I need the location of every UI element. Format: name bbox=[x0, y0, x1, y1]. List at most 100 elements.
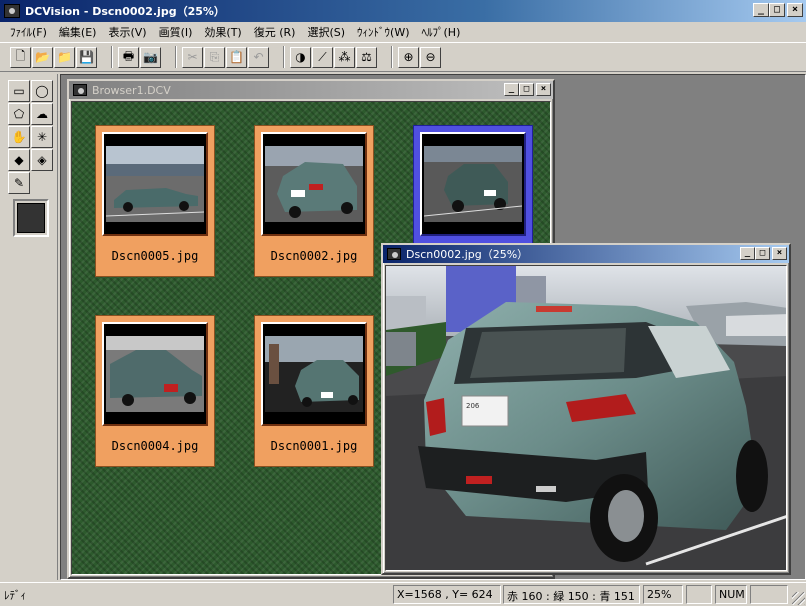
camera-icon bbox=[73, 84, 87, 96]
toolbar-group: 🗋 📂 📁 💾 bbox=[10, 46, 98, 68]
menu-edit[interactable]: 編集(E) bbox=[55, 24, 105, 40]
print-button[interactable]: 🖶 bbox=[118, 46, 139, 68]
toolbar: 🗋 📂 📁 💾 🖶 📷 ✂ ⎘ 📋 ↶ ◑ ⟋ ⁂ ⚖ ⊕ ⊖ bbox=[0, 42, 806, 72]
mdi-workspace: Browser1.DCV _ □ × Dscn0005.jpg Dscn0002… bbox=[60, 74, 806, 580]
menu-restore[interactable]: 復元 (R) bbox=[250, 24, 304, 40]
tone-curve-button[interactable]: ⟋ bbox=[312, 46, 333, 68]
viewer-minimize-button[interactable]: _ bbox=[740, 247, 755, 260]
app-title: DCVision - Dscn0002.jpg（25%） bbox=[25, 5, 225, 18]
browser-title-bar[interactable]: Browser1.DCV _ □ × bbox=[69, 81, 553, 99]
status-ready-text: ﾚﾃﾞｨ bbox=[4, 589, 26, 602]
lasso-select-button[interactable]: ☁ bbox=[31, 103, 53, 125]
toolbar-separator bbox=[111, 46, 113, 68]
car-photo-thumbnail bbox=[106, 146, 204, 222]
menu-bar: ﾌｧｲﾙ(F) 編集(E) 表示(V) 画質(I) 効果(T) 復元 (R) 選… bbox=[0, 22, 806, 41]
toolbar-separator bbox=[283, 46, 285, 68]
menu-help[interactable]: ﾍﾙﾌﾟ(H) bbox=[418, 24, 469, 40]
viewer-maximize-button[interactable]: □ bbox=[755, 247, 770, 260]
save-button[interactable]: 💾 bbox=[76, 46, 97, 68]
browser-close-button[interactable]: × bbox=[536, 83, 551, 96]
hand-pan-icon: ✋ bbox=[11, 130, 27, 144]
toolbar-separator bbox=[175, 46, 177, 68]
new-file-button[interactable]: 🗋 bbox=[10, 46, 31, 68]
thumbnail-label: Dscn0001.jpg bbox=[270, 439, 358, 453]
car-photo-thumbnail bbox=[265, 336, 363, 412]
levels-button[interactable]: ⚖ bbox=[356, 46, 377, 68]
status-empty-pane bbox=[686, 585, 712, 604]
menu-effects[interactable]: 効果(T) bbox=[200, 24, 249, 40]
eyedropper-button[interactable]: ✎ bbox=[8, 172, 30, 194]
current-color-swatch[interactable] bbox=[13, 199, 49, 237]
camera-button[interactable]: 📷 bbox=[140, 46, 161, 68]
menu-image-quality[interactable]: 画質(I) bbox=[155, 24, 201, 40]
paste-button[interactable]: 📋 bbox=[226, 46, 247, 68]
status-num: NUM bbox=[715, 585, 747, 604]
status-empty-pane-2 bbox=[750, 585, 788, 604]
app-title-bar[interactable]: DCVision - Dscn0002.jpg（25%） _ □ × bbox=[0, 0, 806, 22]
menu-window[interactable]: ｳｨﾝﾄﾞｳ(W) bbox=[353, 24, 417, 40]
camera-icon: 📷 bbox=[143, 50, 158, 64]
rect-select-button[interactable]: ▭ bbox=[8, 80, 30, 102]
ellipse-select-icon: ◯ bbox=[35, 84, 49, 98]
zoom-in-button[interactable]: ⊕ bbox=[398, 46, 419, 68]
print-icon: 🖶 bbox=[122, 48, 135, 63]
status-coords: X=1568 , Y= 624 bbox=[393, 585, 501, 604]
thumbnail-dscn0002[interactable]: Dscn0002.jpg bbox=[254, 125, 374, 277]
thumbnail-dscn0001[interactable]: Dscn0001.jpg bbox=[254, 315, 374, 467]
toolbar-group: 🖶 📷 bbox=[118, 46, 162, 68]
zoom-out-button[interactable]: ⊖ bbox=[420, 46, 441, 68]
fill-bucket-button[interactable]: ◆ bbox=[8, 149, 30, 171]
open-file-icon: 📁 bbox=[57, 50, 72, 64]
tone-curve-icon: ⟋ bbox=[318, 49, 327, 64]
polygon-select-icon: ⬠ bbox=[13, 107, 25, 121]
magic-wand-button[interactable]: ✳ bbox=[31, 126, 53, 148]
car-photo-thumbnail bbox=[106, 336, 204, 412]
fill-bucket-icon: ◆ bbox=[14, 153, 24, 167]
viewer-close-button[interactable]: × bbox=[772, 247, 787, 260]
color-fill-button[interactable]: ◈ bbox=[31, 149, 53, 171]
ellipse-select-button[interactable]: ◯ bbox=[31, 80, 53, 102]
viewer-title: Dscn0002.jpg（25%） bbox=[406, 248, 529, 261]
thumbnail-dscn0005[interactable]: Dscn0005.jpg bbox=[95, 125, 215, 277]
car-photo-thumbnail bbox=[424, 146, 522, 222]
undo-icon: ↶ bbox=[253, 50, 264, 64]
eyedropper-icon: ✎ bbox=[13, 176, 25, 190]
levels-icon: ⚖ bbox=[361, 50, 372, 64]
menu-select[interactable]: 選択(S) bbox=[303, 24, 353, 40]
undo-button[interactable]: ↶ bbox=[248, 46, 269, 68]
copy-button[interactable]: ⎘ bbox=[204, 46, 225, 68]
camera-icon bbox=[387, 248, 401, 260]
hand-pan-button[interactable]: ✋ bbox=[8, 126, 30, 148]
menu-view[interactable]: 表示(V) bbox=[104, 24, 154, 40]
open-folder-button[interactable]: 📂 bbox=[32, 46, 53, 68]
contrast-button[interactable]: ◑ bbox=[290, 46, 311, 68]
rgb-balance-button[interactable]: ⁂ bbox=[334, 46, 355, 68]
viewer-title-bar[interactable]: Dscn0002.jpg（25%） _ □ × bbox=[383, 245, 789, 263]
status-bar: ﾚﾃﾞｨ X=1568 , Y= 624 赤 160 : 緑 150 : 青 1… bbox=[0, 582, 806, 606]
status-zoom: 25% bbox=[643, 585, 683, 604]
color-fill-icon: ◈ bbox=[37, 153, 47, 167]
minimize-button[interactable]: _ bbox=[753, 3, 769, 17]
rgb-balance-icon: ⁂ bbox=[338, 50, 351, 64]
thumbnail-label: Dscn0002.jpg bbox=[270, 249, 358, 263]
resize-grip[interactable] bbox=[792, 592, 805, 605]
close-button[interactable]: × bbox=[787, 3, 803, 17]
status-rgb: 赤 160 : 緑 150 : 青 151 bbox=[503, 585, 640, 604]
magic-wand-icon: ✳ bbox=[36, 130, 48, 144]
image-viewer-window[interactable]: Dscn0002.jpg（25%） _ □ × 206 bbox=[381, 243, 791, 575]
thumbnail-label: Dscn0005.jpg bbox=[111, 249, 199, 263]
polygon-select-button[interactable]: ⬠ bbox=[8, 103, 30, 125]
browser-minimize-button[interactable]: _ bbox=[504, 83, 519, 96]
menu-file[interactable]: ﾌｧｲﾙ(F) bbox=[6, 24, 55, 40]
browser-maximize-button[interactable]: □ bbox=[519, 83, 534, 96]
copy-icon: ⎘ bbox=[209, 49, 220, 64]
thumbnail-label: Dscn0004.jpg bbox=[111, 439, 199, 453]
open-file-button[interactable]: 📁 bbox=[54, 46, 75, 68]
image-canvas[interactable]: 206 bbox=[385, 265, 787, 571]
cut-button[interactable]: ✂ bbox=[182, 46, 203, 68]
paste-icon: 📋 bbox=[229, 50, 244, 64]
maximize-button[interactable]: □ bbox=[769, 3, 785, 17]
camera-app-icon bbox=[4, 4, 20, 18]
thumbnail-dscn0004[interactable]: Dscn0004.jpg bbox=[95, 315, 215, 467]
contrast-icon: ◑ bbox=[295, 50, 306, 64]
